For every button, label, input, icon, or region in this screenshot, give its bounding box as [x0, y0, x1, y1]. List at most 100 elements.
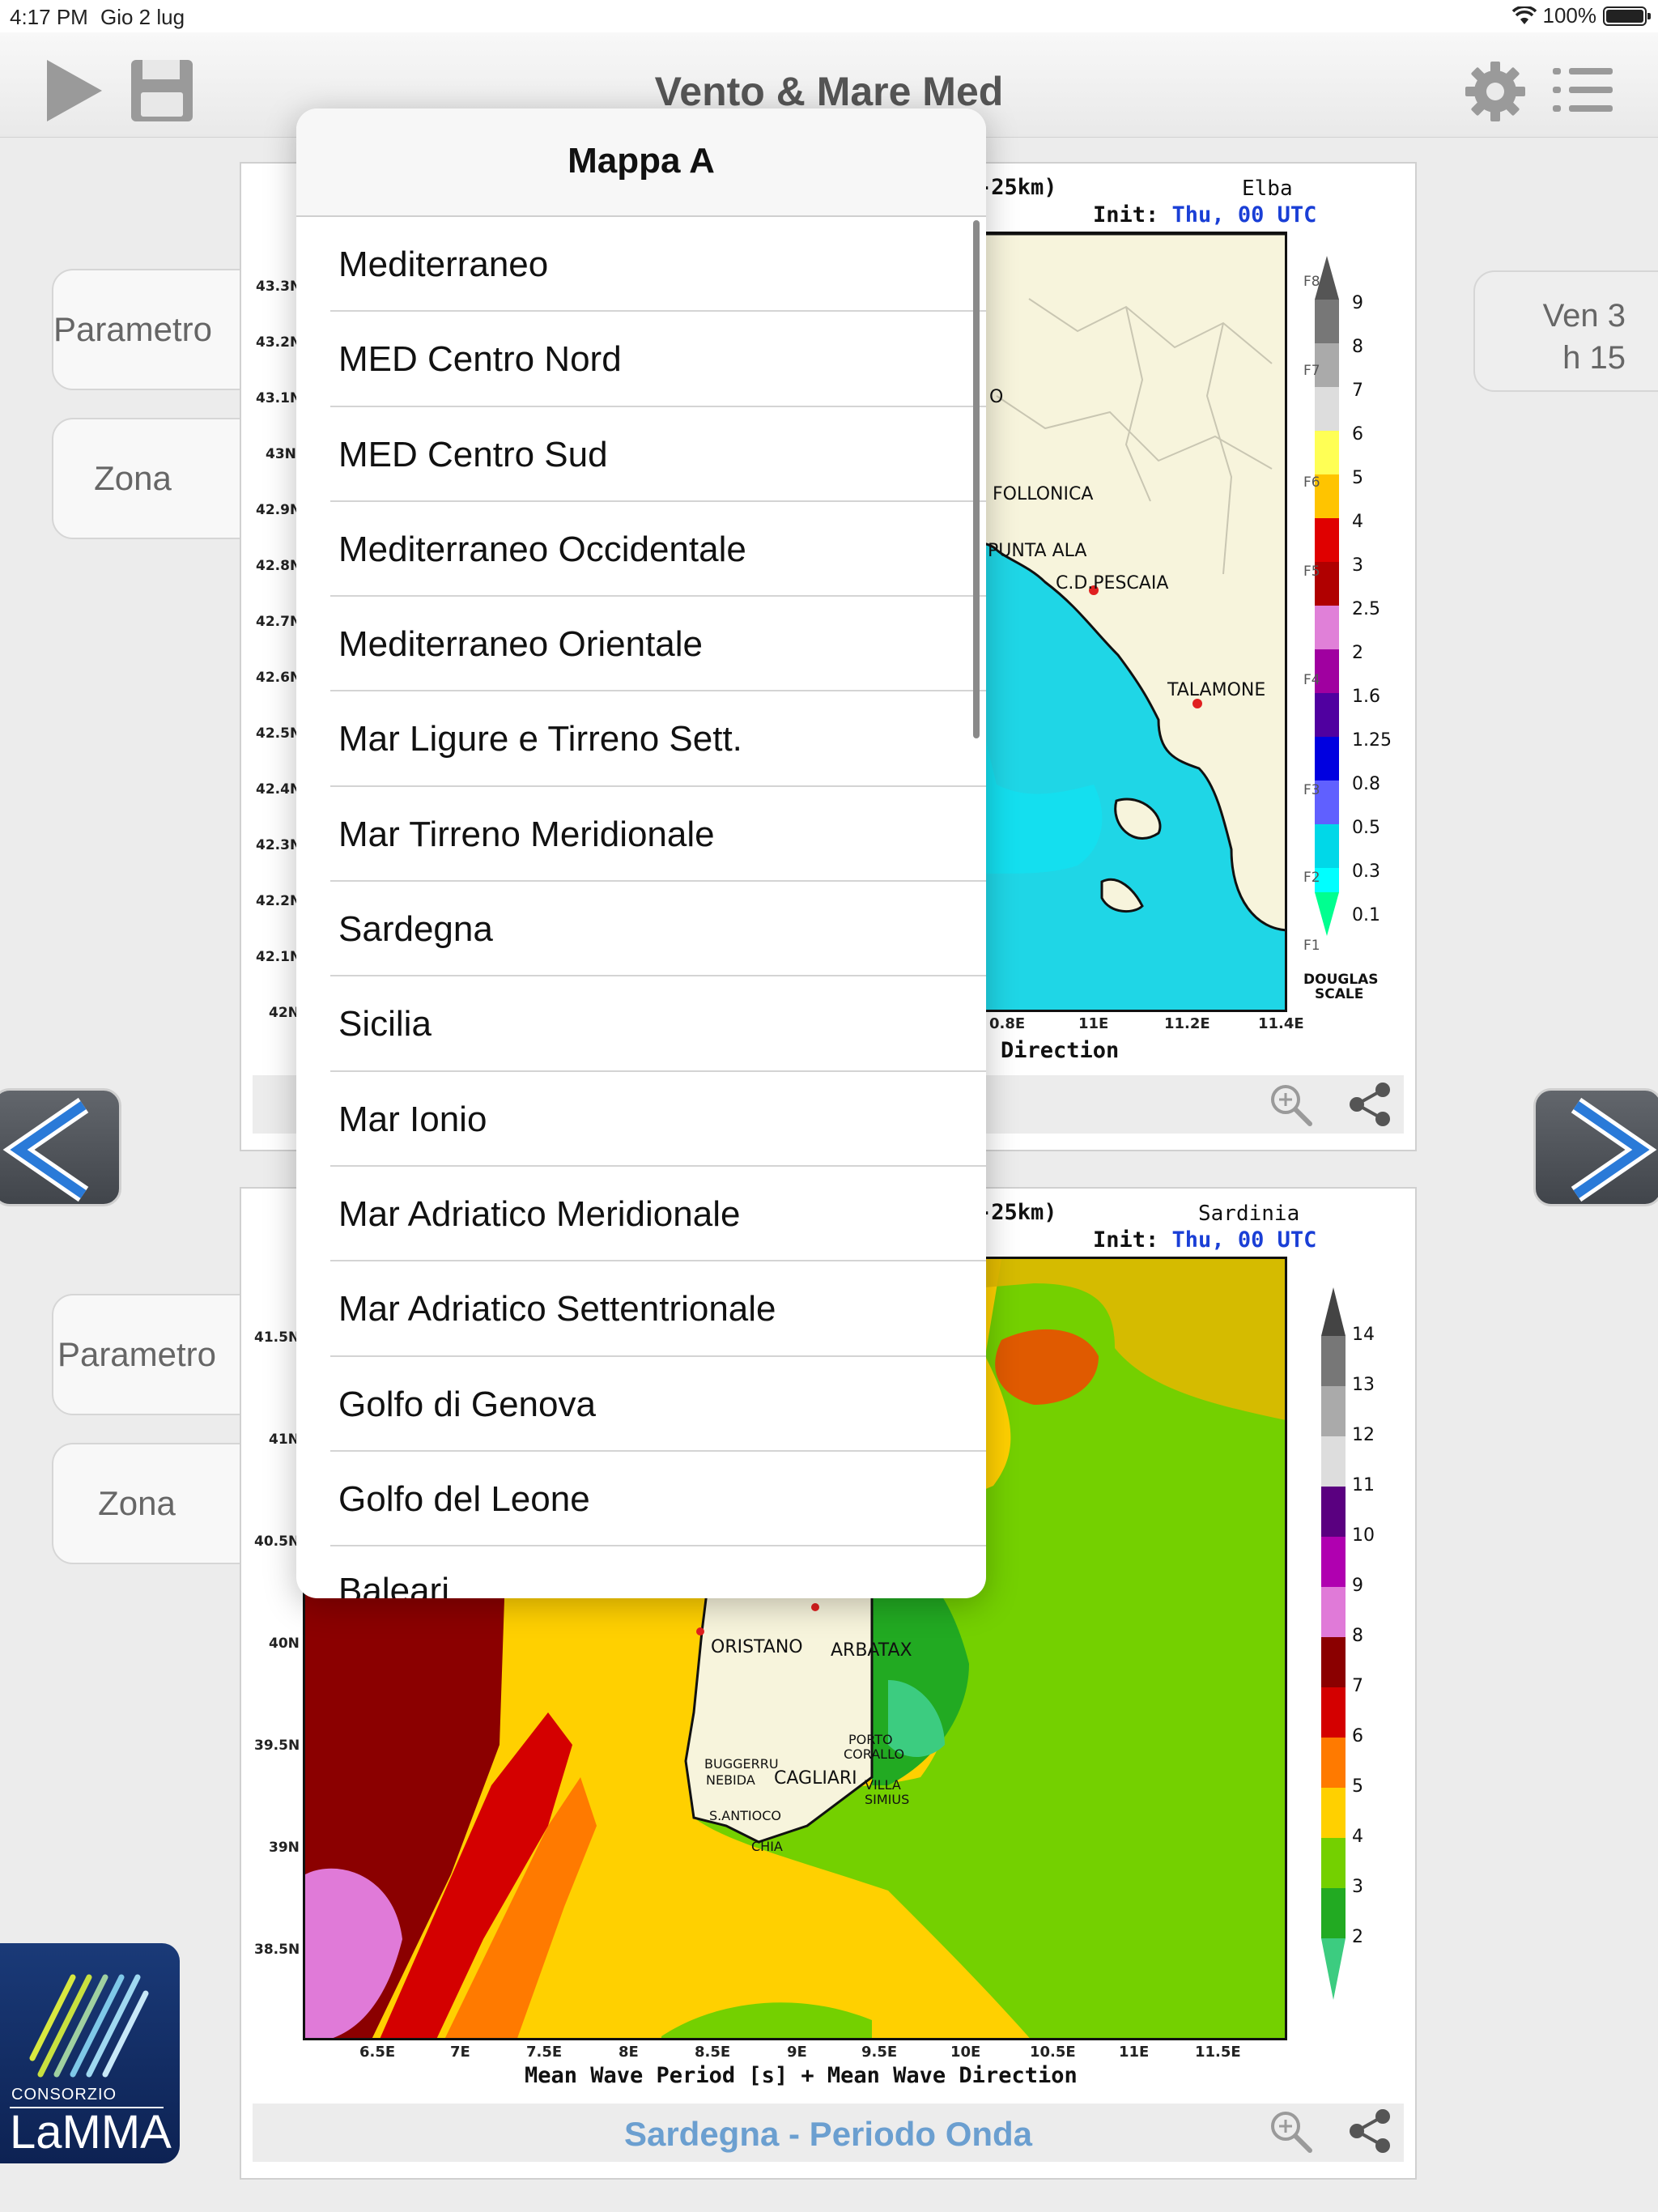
gear-icon[interactable]	[1464, 60, 1527, 123]
zone-item-baleari[interactable]: Baleari	[296, 1546, 986, 1598]
scale-value: 14	[1352, 1325, 1375, 1345]
town-label: VILLA	[865, 1777, 901, 1793]
popover-arrow	[270, 463, 298, 505]
town-label: CORALLO	[844, 1746, 905, 1762]
chevron-right-icon	[1571, 1097, 1657, 1202]
popover-header: Mappa A	[296, 108, 986, 217]
share-icon[interactable]	[1347, 1082, 1392, 1127]
zone-tab-top[interactable]: Zona	[52, 418, 262, 539]
zone-item-tirreno-meridionale[interactable]: Mar Tirreno Meridionale	[296, 787, 986, 883]
scale-value: 0.3	[1352, 861, 1380, 882]
lat-label: 38.5N	[254, 1942, 300, 1958]
param-tab-label: Parametro	[53, 310, 213, 348]
popover-scrollbar[interactable]	[973, 220, 980, 738]
scale-value: 4	[1352, 512, 1363, 532]
lon-label: 8E	[619, 2044, 639, 2061]
logo-small-text: CONSORZIO	[11, 2086, 117, 2104]
lon-label: 10E	[950, 2044, 981, 2061]
town-label: BUGGERRU	[704, 1756, 779, 1772]
scale-value: 0.8	[1352, 774, 1380, 794]
lon-label: 6.5E	[359, 2044, 396, 2061]
scale-value: 11	[1352, 1475, 1375, 1495]
scale-value: 7	[1352, 1676, 1363, 1696]
lamma-logo: CONSORZIO LaMMA	[0, 1943, 180, 2163]
init-prefix: Init:	[1093, 1227, 1159, 1253]
scale-value: 0.1	[1352, 905, 1380, 925]
scale-value: 7	[1352, 381, 1363, 401]
init-tz: UTC	[1277, 202, 1317, 228]
town-label: S.ANTIOCO	[709, 1808, 782, 1823]
axis-title: Mean Wave Period [s] + Mean Wave Directi…	[525, 2063, 1078, 2088]
zone-tab-label: Zona	[98, 1484, 176, 1522]
lat-label: 42.5N	[256, 725, 302, 742]
force-label: F4	[1303, 672, 1320, 688]
zone-item-med-centro-sud[interactable]: MED Centro Sud	[296, 407, 986, 503]
scale-value: 3	[1352, 1877, 1363, 1897]
scale-value: 5	[1352, 468, 1363, 488]
zone-item-golfo-genova[interactable]: Golfo di Genova	[296, 1357, 986, 1453]
status-right: 100%	[1511, 3, 1651, 28]
init-hour: 00	[1237, 202, 1265, 228]
status-date: Gio 2 lug	[100, 5, 185, 29]
color-scale-bottom	[1321, 1287, 1346, 2000]
scale-value: 1.6	[1352, 687, 1380, 707]
zone-item-ligure-tirreno[interactable]: Mar Ligure e Tirreno Sett.	[296, 691, 986, 788]
zone-item-mediterraneo[interactable]: Mediterraneo	[296, 217, 986, 313]
zone-item-sicilia[interactable]: Sicilia	[296, 976, 986, 1072]
town-label: CAGLIARI	[774, 1768, 857, 1789]
lat-label: 43N	[266, 446, 296, 462]
lon-label: 11E	[1119, 2044, 1150, 2061]
lat-label: 43.3N	[256, 279, 302, 295]
zone-item-med-centro-nord[interactable]: MED Centro Nord	[296, 312, 986, 407]
scale-value: 8	[1352, 1626, 1363, 1646]
scale-value: 1.25	[1352, 730, 1392, 751]
zone-item-med-orientale[interactable]: Mediterraneo Orientale	[296, 597, 986, 692]
param-tab-bottom[interactable]: Parametro	[52, 1294, 262, 1415]
axis-title-partial: Direction	[1001, 1038, 1120, 1063]
zone-item-adriatico-meridionale[interactable]: Mar Adriatico Meridionale	[296, 1167, 986, 1262]
lamma-logo-mark	[29, 1974, 149, 2078]
town-label: FOLLONICA	[993, 484, 1094, 504]
lat-label: 40N	[269, 1636, 300, 1652]
town-label: NEBIDA	[706, 1772, 755, 1788]
popover-title: Mappa A	[568, 141, 715, 181]
lat-label: 42.2N	[256, 893, 302, 909]
battery-percent: 100%	[1542, 3, 1597, 28]
zoom-icon[interactable]	[1268, 2108, 1313, 2154]
param-tab-label: Parametro	[57, 1335, 217, 1373]
previous-button[interactable]	[0, 1088, 121, 1206]
lon-label: 9E	[787, 2044, 807, 2061]
card-footer-bottom: Sardegna - Periodo Onda	[253, 2104, 1404, 2162]
zone-popover: Mappa A Mediterraneo MED Centro Nord MED…	[296, 108, 986, 1598]
forecast-time-tab[interactable]: Ven 3 h 15	[1473, 270, 1658, 392]
zone-list[interactable]: Mediterraneo MED Centro Nord MED Centro …	[296, 217, 986, 1598]
list-icon[interactable]	[1553, 68, 1613, 112]
scale-value: 3	[1352, 555, 1363, 576]
zone-item-ionio[interactable]: Mar Ionio	[296, 1072, 986, 1168]
param-tab-top[interactable]: Parametro	[52, 269, 262, 390]
force-label: F8	[1303, 274, 1320, 290]
map-region-label: Elba	[1242, 177, 1293, 201]
zoom-icon[interactable]	[1268, 1082, 1313, 1127]
scale-value: 0.5	[1352, 818, 1380, 838]
scale-value: 13	[1352, 1375, 1375, 1395]
init-line: Init: Thu, 00 UTC	[1093, 202, 1316, 228]
force-label: F2	[1303, 870, 1320, 886]
zone-item-adriatico-settentrionale[interactable]: Mar Adriatico Settentrionale	[296, 1261, 986, 1357]
scale-value: 5	[1352, 1776, 1363, 1797]
forecast-day: Ven 3	[1542, 298, 1626, 334]
lon-label: 9.5E	[861, 2044, 898, 2061]
lon-label: 7E	[450, 2044, 470, 2061]
lat-label: 40.5N	[254, 1534, 300, 1550]
lon-label: 11.4E	[1258, 1015, 1304, 1032]
lon-label: 8.5E	[695, 2044, 731, 2061]
share-icon[interactable]	[1347, 2108, 1392, 2154]
zone-item-golfo-leone[interactable]: Golfo del Leone	[296, 1452, 986, 1547]
zone-item-sardegna[interactable]: Sardegna	[296, 882, 986, 977]
zone-item-med-occidentale[interactable]: Mediterraneo Occidentale	[296, 502, 986, 598]
zone-tab-bottom[interactable]: Zona	[52, 1443, 262, 1564]
lat-label: 42.4N	[256, 781, 302, 798]
status-bar: 4:17 PM Gio 2 lug 100%	[0, 0, 1658, 32]
next-button[interactable]	[1533, 1088, 1658, 1206]
lat-label: 39N	[269, 1840, 300, 1856]
